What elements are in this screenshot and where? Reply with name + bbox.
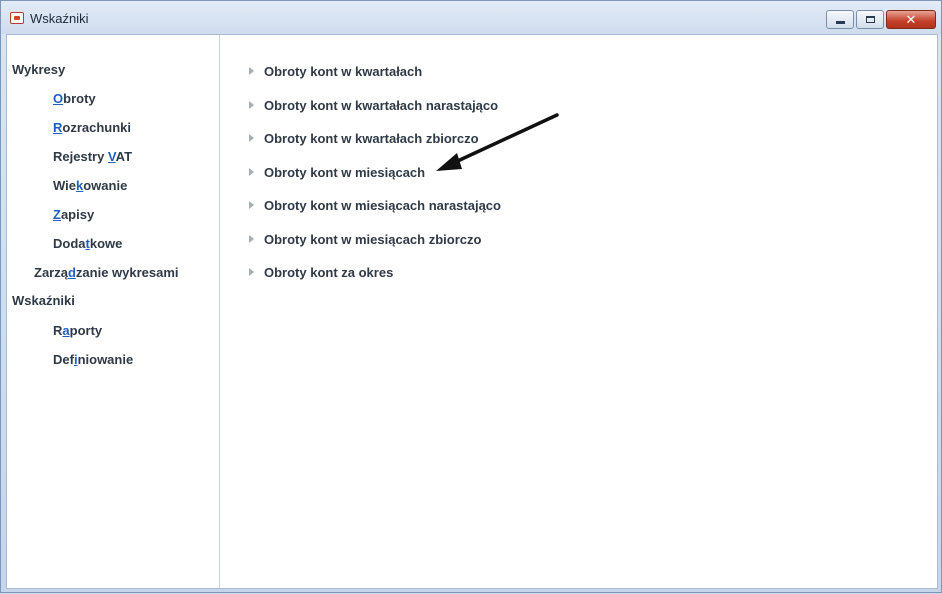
maximize-button[interactable]: [856, 10, 884, 29]
nav-label-pre: R: [53, 323, 63, 338]
report-item-kwartalach[interactable]: Obroty kont w kwartałach: [249, 62, 422, 80]
report-item-kwartalach-zbiorczo[interactable]: Obroty kont w kwartałach zbiorczo: [249, 129, 479, 147]
sidebar-group-wykresy[interactable]: Wykresy: [12, 62, 65, 77]
app-window: Wskaźniki ✕ Wykresy Obroty Rozrachunki R…: [0, 0, 942, 593]
minimize-button[interactable]: [826, 10, 854, 29]
sidebar-item-zapisy[interactable]: Zapisy: [53, 207, 94, 222]
expand-triangle-icon: [249, 67, 254, 75]
nav-label-pre: Wie: [53, 178, 76, 193]
nav-label-accesskey: O: [53, 91, 64, 106]
nav-label-post: owanie: [83, 178, 128, 193]
nav-label-pre: Zarzą: [34, 265, 68, 280]
report-label: Obroty kont w miesiącach: [264, 164, 426, 180]
close-icon: ✕: [905, 12, 917, 27]
sidebar-item-zarzadzanie-wykresami[interactable]: Zarządzanie wykresami: [34, 265, 179, 280]
report-label: Obroty kont w kwartałach: [264, 63, 423, 79]
nav-label-post: apisy: [60, 207, 95, 222]
report-item-kwartalach-narastajaco[interactable]: Obroty kont w kwartałach narastająco: [249, 96, 498, 114]
sidebar-item-dodatkowe[interactable]: Dodatkowe: [53, 236, 122, 251]
expand-triangle-icon: [249, 235, 254, 243]
expand-triangle-icon: [249, 201, 254, 209]
maximize-icon: [865, 16, 875, 23]
nav-label-post: broty: [63, 91, 96, 106]
report-item-miesiacach-narastajaco[interactable]: Obroty kont w miesiącach narastająco: [249, 196, 501, 214]
expand-triangle-icon: [249, 268, 254, 276]
nav-label-post: porty: [69, 323, 103, 338]
title-bar[interactable]: Wskaźniki ✕: [1, 1, 941, 34]
nav-label-post: ozrachunki: [62, 120, 132, 135]
sidebar-item-obroty[interactable]: Obroty: [53, 91, 96, 106]
report-label: Obroty kont w miesiącach narastająco: [264, 197, 501, 213]
sidebar-item-rozrachunki[interactable]: Rozrachunki: [53, 120, 131, 135]
report-label: Obroty kont w kwartałach zbiorczo: [264, 130, 479, 146]
sidebar: Wykresy Obroty Rozrachunki Rejestry VAT …: [7, 35, 220, 588]
nav-label-accesskey: V: [107, 149, 116, 164]
report-label: Obroty kont za okres: [264, 264, 394, 280]
expand-triangle-icon: [249, 101, 254, 109]
close-button[interactable]: ✕: [886, 10, 936, 29]
nav-label-post: kowe: [89, 236, 123, 251]
nav-label-pre: Doda: [53, 236, 86, 251]
window-title: Wskaźniki: [30, 11, 89, 26]
minimize-icon: [835, 21, 845, 24]
nav-label-post: zanie wykresami: [75, 265, 179, 280]
report-item-za-okres[interactable]: Obroty kont za okres: [249, 263, 393, 281]
report-item-miesiacach[interactable]: Obroty kont w miesiącach: [249, 163, 425, 181]
main-panel: Wykresy Obroty Rozrachunki Rejestry VAT …: [6, 34, 938, 589]
nav-label-post: AT: [115, 149, 133, 164]
report-list: Obroty kont w kwartałach Obroty kont w k…: [221, 35, 937, 588]
app-icon: [10, 12, 24, 24]
nav-label-accesskey: a: [62, 323, 70, 338]
nav-label-post: niowanie: [77, 352, 134, 367]
report-label: Obroty kont w kwartałach narastająco: [264, 97, 499, 113]
nav-label-accesskey: d: [67, 265, 76, 280]
sidebar-item-wiekowanie[interactable]: Wiekowanie: [53, 178, 127, 193]
sidebar-item-definiowanie[interactable]: Definiowanie: [53, 352, 133, 367]
sidebar-item-raporty[interactable]: Raporty: [53, 323, 102, 338]
nav-label-pre: Def: [53, 352, 74, 367]
nav-label-accesskey: Z: [53, 207, 61, 222]
sidebar-item-rejestry-vat[interactable]: Rejestry VAT: [53, 149, 132, 164]
expand-triangle-icon: [249, 168, 254, 176]
nav-label-accesskey: R: [53, 120, 63, 135]
sidebar-group-wskazniki[interactable]: Wskaźniki: [12, 293, 75, 308]
report-label: Obroty kont w miesiącach zbiorczo: [264, 231, 482, 247]
report-item-miesiacach-zbiorczo[interactable]: Obroty kont w miesiącach zbiorczo: [249, 230, 481, 248]
expand-triangle-icon: [249, 134, 254, 142]
nav-label-pre: Rejestry: [53, 149, 108, 164]
